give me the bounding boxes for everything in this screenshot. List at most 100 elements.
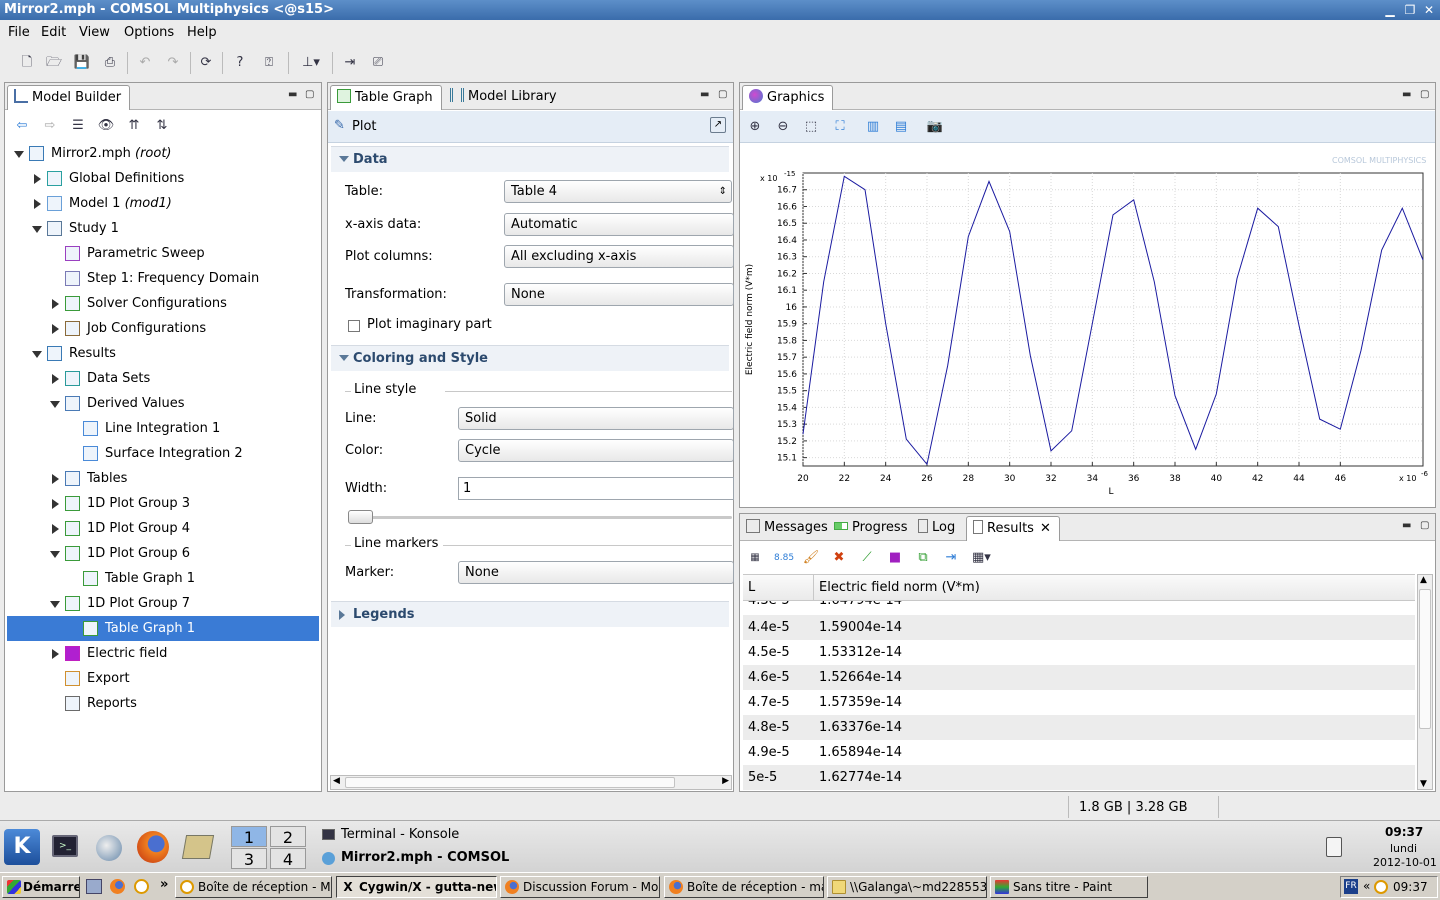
zoom-in-icon[interactable]: ⊕ <box>746 118 764 136</box>
quicklaunch-clock-icon[interactable] <box>134 879 149 894</box>
table-row[interactable]: 4.8e-5 1.63376e-14 <box>743 715 1415 740</box>
grid-vertical-icon[interactable]: ▥ <box>864 118 882 136</box>
column-header-field[interactable]: Electric field norm (V*m) <box>819 580 980 595</box>
collapse-twisty-icon[interactable] <box>14 151 24 158</box>
tree-item[interactable]: Job Configurations <box>7 316 319 341</box>
sort-icon[interactable]: ⇅ <box>153 117 171 135</box>
camera-film-icon[interactable]: ⎚ <box>369 54 387 72</box>
table-row[interactable]: 5e-5 1.62774e-14 <box>743 765 1415 790</box>
scroll-up-icon[interactable]: ▲ <box>1420 575 1427 585</box>
results-vscrollbar[interactable]: ▲ ▼ <box>1417 574 1433 790</box>
table-row[interactable]: 4.6e-5 1.52664e-14 <box>743 665 1415 690</box>
expand-twisty-icon[interactable] <box>52 374 59 384</box>
collapse-twisty-icon[interactable] <box>32 226 42 233</box>
expand-twisty-icon[interactable] <box>52 649 59 659</box>
tree-item[interactable]: Mirror2.mph (root) <box>7 141 319 166</box>
taskbar-button-cygwin[interactable]: XCygwin/X - gutta-new... <box>336 876 497 898</box>
expand-twisty-icon[interactable] <box>52 324 59 334</box>
menu-file[interactable]: File <box>8 25 30 40</box>
help-icon[interactable]: ? <box>231 54 249 72</box>
tree-item[interactable]: Surface Integration 2 <box>7 441 319 466</box>
taskbar-button-explorer[interactable]: \\Galanga\~md228553\C... <box>827 876 987 898</box>
tray-clock-icon[interactable] <box>1374 880 1388 894</box>
taskbar-button-outlook-2[interactable]: Boîte de réception - matt... <box>664 876 824 898</box>
collapse-icon[interactable]: ⇈ <box>125 117 143 135</box>
minimize-panel-icon[interactable]: ▬ <box>1402 89 1411 100</box>
forward-arrow-icon[interactable]: ⇨ <box>41 117 59 135</box>
expand-twisty-icon[interactable] <box>52 499 59 509</box>
grid-horizontal-icon[interactable]: ▤ <box>892 118 910 136</box>
show-icon[interactable]: 👁 <box>97 117 115 135</box>
table-row[interactable]: 4.7e-5 1.57359e-14 <box>743 690 1415 715</box>
maximize-panel-icon[interactable]: ▢ <box>718 89 727 100</box>
delete-icon[interactable]: ✖ <box>830 549 848 567</box>
settings-hscrollbar[interactable]: ◀ ▶ <box>330 775 732 790</box>
table-row[interactable]: 4.9e-5 1.65894e-14 <box>743 740 1415 765</box>
expand-twisty-icon[interactable] <box>52 524 59 534</box>
collapse-twisty-icon[interactable] <box>50 551 60 558</box>
line-select[interactable]: Solid <box>458 407 734 430</box>
table-row[interactable]: 4.5e-5 1.53312e-14 <box>743 640 1415 665</box>
refresh-icon[interactable]: ⟳ <box>197 54 215 72</box>
restore-button[interactable]: ❐ <box>1402 2 1418 18</box>
export-icon[interactable]: ⇥ <box>341 54 359 72</box>
section-coloring-style[interactable]: Coloring and Style <box>331 345 729 371</box>
color-select[interactable]: Cycle <box>458 439 734 462</box>
tree-item[interactable]: Line Integration 1 <box>7 416 319 441</box>
tree-item[interactable]: 1D Plot Group 3 <box>7 491 319 516</box>
width-slider-track[interactable] <box>348 516 732 519</box>
back-arrow-icon[interactable]: ⇦ <box>13 117 31 135</box>
clear-brush-icon[interactable]: 🖌 <box>802 549 820 567</box>
tree-item[interactable]: Model 1 (mod1) <box>7 191 319 216</box>
layout-dropdown-icon[interactable]: ⊥▾ <box>302 54 320 72</box>
scroll-down-icon[interactable]: ▼ <box>1420 779 1427 789</box>
xaxis-select[interactable]: Automatic <box>504 213 734 236</box>
marker-select[interactable]: None <box>458 561 734 584</box>
tab-messages[interactable]: Messages <box>740 516 836 541</box>
minimize-button[interactable]: ▁ <box>1382 2 1398 18</box>
export-table-icon[interactable]: ⇥ <box>942 549 960 567</box>
tree-item[interactable]: 1D Plot Group 4 <box>7 516 319 541</box>
table-select[interactable]: Table 4 ⇕ <box>504 180 732 203</box>
firefox-launcher-icon[interactable] <box>137 831 169 863</box>
tree-item[interactable]: Tables <box>7 466 319 491</box>
task-comsol[interactable]: Mirror2.mph - COMSOL M <box>341 850 515 865</box>
tree-item[interactable]: 1D Plot Group 6 <box>7 541 319 566</box>
maximize-panel-icon[interactable]: ▢ <box>1420 520 1429 531</box>
desktop-3[interactable]: 3 <box>231 848 267 869</box>
zoom-extents-icon[interactable]: ⛶ <box>831 118 849 136</box>
writer-launcher-icon[interactable] <box>181 835 215 859</box>
minimize-panel-icon[interactable]: ▬ <box>700 89 709 100</box>
expand-twisty-icon[interactable] <box>34 199 41 209</box>
menu-edit[interactable]: Edit <box>41 25 66 40</box>
maximize-panel-icon[interactable]: ▢ <box>305 89 314 100</box>
tray-chevron-icon[interactable]: « <box>1363 879 1370 893</box>
expand-twisty-icon[interactable] <box>34 174 41 184</box>
collapse-twisty-icon[interactable] <box>50 601 60 608</box>
collapse-twisty-icon[interactable] <box>32 351 42 358</box>
scroll-left-icon[interactable]: ◀ <box>333 776 340 786</box>
close-tab-icon[interactable]: ✕ <box>1040 521 1051 536</box>
expand-twisty-icon[interactable] <box>52 474 59 484</box>
menu-view[interactable]: View <box>79 25 110 40</box>
open-folder-icon[interactable]: 🗁 <box>45 54 63 72</box>
section-legends[interactable]: Legends <box>331 601 729 627</box>
quicklaunch-firefox-icon[interactable] <box>110 879 125 894</box>
expand-twisty-icon[interactable] <box>52 299 59 309</box>
maximize-panel-icon[interactable]: ▢ <box>1420 89 1429 100</box>
tab-model-library[interactable]: Model Library <box>444 85 565 110</box>
camera-icon[interactable]: 📷 <box>926 118 944 136</box>
tab-progress[interactable]: Progress <box>828 516 915 541</box>
plot-columns-select[interactable]: All excluding x-axis <box>504 245 734 268</box>
close-window-button[interactable]: ✕ <box>1421 2 1437 18</box>
menu-help[interactable]: Help <box>187 25 217 40</box>
tree-item[interactable]: Data Sets <box>7 366 319 391</box>
print-icon[interactable]: ⎙ <box>101 54 119 72</box>
tree-item[interactable]: Solver Configurations <box>7 291 319 316</box>
imaginary-part-checkbox[interactable] <box>348 320 360 332</box>
show-desktop-icon[interactable] <box>86 879 102 894</box>
minimize-panel-icon[interactable]: ▬ <box>288 89 297 100</box>
tab-log[interactable]: Log <box>912 516 963 541</box>
tree-item[interactable]: Reports <box>7 691 319 716</box>
width-slider-handle[interactable] <box>348 510 373 524</box>
